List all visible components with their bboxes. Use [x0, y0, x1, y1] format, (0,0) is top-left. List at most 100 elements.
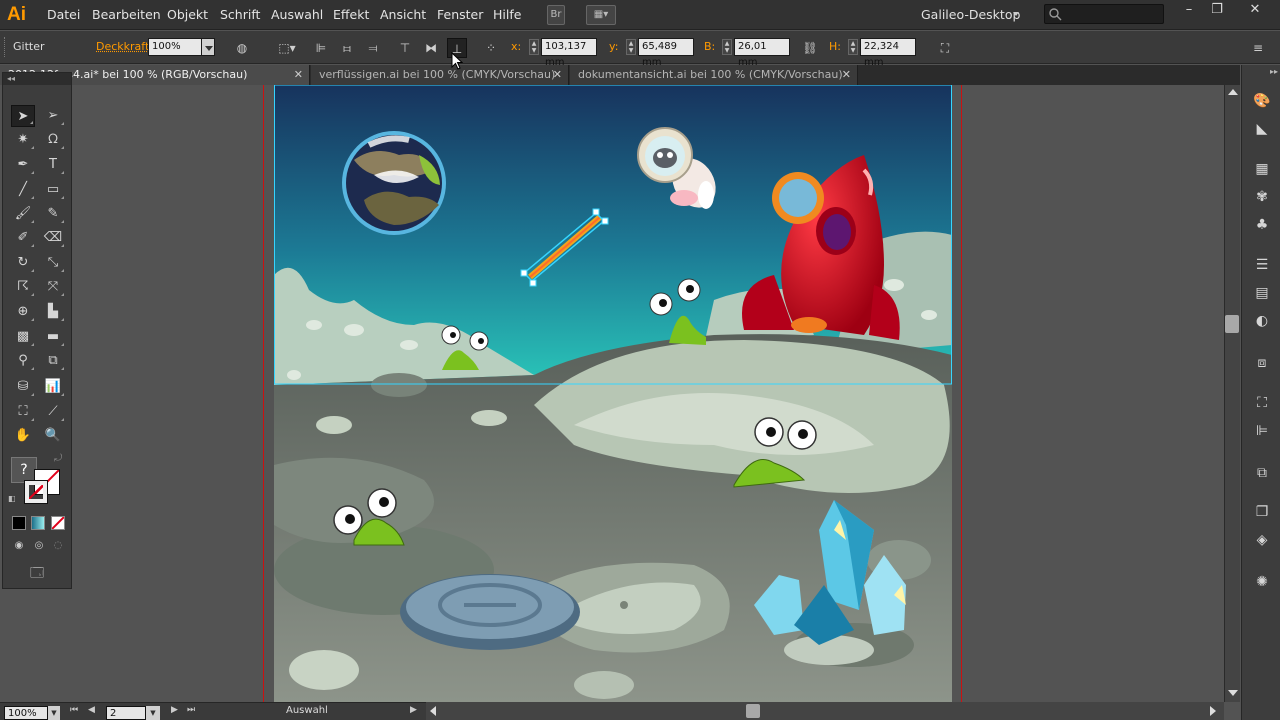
- brushes-button[interactable]: ✾: [1251, 187, 1273, 207]
- artboard-number-input[interactable]: 2: [106, 706, 146, 720]
- y-label[interactable]: y:: [609, 40, 618, 53]
- menu-hilfe[interactable]: Hilfe: [493, 0, 521, 30]
- align-vcenter-button[interactable]: ⧓: [421, 38, 441, 58]
- layers-button[interactable]: ◈: [1251, 530, 1273, 550]
- mesh-tool[interactable]: ▩: [11, 326, 35, 348]
- swap-colors-icon[interactable]: ⤾: [54, 453, 66, 465]
- type-tool[interactable]: T: [41, 154, 65, 176]
- close-icon[interactable]: ✕: [294, 65, 303, 85]
- restore-button[interactable]: ❐: [1200, 0, 1234, 22]
- constrain-proportions-button[interactable]: ⛓: [800, 38, 820, 58]
- bridge-button[interactable]: Br: [547, 5, 565, 25]
- blend-tool[interactable]: ⧉: [41, 350, 65, 372]
- direct-selection-tool[interactable]: ➢: [41, 105, 65, 127]
- default-colors-icon[interactable]: ◧: [8, 494, 18, 504]
- align-left-button[interactable]: ⊫: [311, 38, 331, 58]
- draw-normal-button[interactable]: ◉: [12, 540, 26, 554]
- reference-point-button[interactable]: ⁘: [481, 38, 501, 58]
- perspective-grid-tool[interactable]: ▙: [41, 301, 65, 323]
- scale-tool[interactable]: ⤡: [41, 252, 65, 274]
- transform-panel-button[interactable]: ⛶: [1251, 393, 1273, 413]
- color-guide-button[interactable]: ◣: [1251, 119, 1273, 139]
- screen-mode-button[interactable]: 🗔: [25, 564, 49, 582]
- expand-panels-icon[interactable]: ▸▸: [1270, 67, 1278, 76]
- eyedropper-tool[interactable]: ⚲: [11, 350, 35, 372]
- none-button[interactable]: [51, 516, 65, 530]
- height-input[interactable]: 22,324 mm: [860, 38, 916, 68]
- draw-behind-button[interactable]: ◎: [32, 540, 46, 554]
- tools-panel-header[interactable]: ◂◂: [3, 73, 71, 85]
- last-artboard-button[interactable]: ⏭: [187, 705, 195, 715]
- status-tool-text[interactable]: Auswahl: [286, 705, 328, 716]
- width-stepper[interactable]: ▲ ▼: [722, 39, 732, 55]
- vertical-scroll-thumb[interactable]: [1225, 315, 1239, 333]
- opacity-label[interactable]: Deckkraft:: [96, 40, 153, 53]
- width-input[interactable]: 26,01 mm: [734, 38, 790, 68]
- color-button[interactable]: [12, 516, 26, 530]
- menu-fenster[interactable]: Fenster: [437, 0, 483, 30]
- align-panel-button[interactable]: ⊫: [1251, 421, 1273, 441]
- stroke-button[interactable]: ☰: [1251, 255, 1273, 275]
- slice-tool[interactable]: ⟋: [41, 401, 65, 423]
- x-label[interactable]: x:: [511, 40, 521, 53]
- menu-ansicht[interactable]: Ansicht: [380, 0, 426, 30]
- artboard-tool[interactable]: ⛶: [11, 401, 35, 423]
- scroll-down-icon[interactable]: [1228, 690, 1238, 696]
- control-menu-button[interactable]: ≡: [1248, 38, 1268, 58]
- menu-auswahl[interactable]: Auswahl: [271, 0, 323, 30]
- first-artboard-button[interactable]: ⏮: [70, 705, 78, 715]
- close-icon[interactable]: ✕: [842, 65, 851, 85]
- tab-document-2[interactable]: verflüssigen.ai bei 100 % (CMYK/Vorschau…: [311, 65, 569, 85]
- symbol-sprayer-tool[interactable]: ⛁: [11, 376, 35, 398]
- symbols-button[interactable]: ♣: [1251, 215, 1273, 235]
- warp-tool[interactable]: ☈: [11, 276, 35, 298]
- opacity-input[interactable]: 100%: [148, 38, 202, 56]
- shape-builder-tool[interactable]: ⊕: [11, 301, 35, 323]
- gradient-button[interactable]: [31, 516, 45, 530]
- color-panel-button[interactable]: 🎨: [1251, 91, 1273, 111]
- line-tool[interactable]: ╱: [11, 179, 35, 201]
- stroke-swatch[interactable]: [24, 480, 48, 504]
- arrange-documents-button[interactable]: ▦▾: [586, 5, 616, 25]
- y-stepper[interactable]: ▲ ▼: [626, 39, 636, 55]
- scroll-right-icon[interactable]: [1210, 706, 1216, 716]
- selection-tool[interactable]: ➤: [11, 105, 35, 127]
- rectangle-tool[interactable]: ▭: [41, 179, 65, 201]
- gradient-tool[interactable]: ▬: [41, 326, 65, 348]
- column-graph-tool[interactable]: 📊: [41, 376, 65, 398]
- align-hcenter-button[interactable]: ⧦: [337, 38, 357, 58]
- y-input[interactable]: 65,489 mm: [638, 38, 694, 68]
- blob-brush-tool[interactable]: ✐: [11, 227, 35, 249]
- scroll-left-icon[interactable]: [430, 706, 436, 716]
- pencil-tool[interactable]: ✎: [41, 203, 65, 225]
- x-input[interactable]: 103,137 mm: [541, 38, 597, 68]
- swatches-button[interactable]: ▦: [1251, 159, 1273, 179]
- align-right-button[interactable]: ⫤: [363, 38, 383, 58]
- transform-button[interactable]: ⛶: [935, 38, 955, 58]
- previous-artboard-button[interactable]: ◀: [88, 705, 95, 715]
- height-label[interactable]: H:: [829, 40, 841, 53]
- menu-schrift[interactable]: Schrift: [220, 0, 260, 30]
- magic-wand-tool[interactable]: ✷: [11, 129, 35, 151]
- x-stepper[interactable]: ▲ ▼: [529, 39, 539, 55]
- menu-datei[interactable]: Datei: [47, 0, 80, 30]
- horizontal-scroll-thumb[interactable]: [746, 704, 760, 718]
- appearance-button[interactable]: ⧈: [1251, 353, 1273, 373]
- horizontal-scrollbar[interactable]: [426, 702, 1224, 720]
- menu-bearbeiten[interactable]: Bearbeiten: [92, 0, 161, 30]
- tab-document-3[interactable]: dokumentansicht.ai bei 100 % (CMYK/Vorsc…: [570, 65, 858, 85]
- artboard-dropdown[interactable]: ▼: [146, 706, 160, 720]
- workspace-switcher[interactable]: Galileo-Desktop: [921, 0, 1020, 30]
- artboard-illustration[interactable]: [274, 85, 952, 702]
- close-window-button[interactable]: ✕: [1238, 0, 1272, 22]
- paintbrush-tool[interactable]: 🖌: [11, 203, 35, 225]
- opacity-dropdown[interactable]: [201, 38, 215, 56]
- pathfinder-button[interactable]: ⧉: [1251, 463, 1273, 483]
- vertical-scrollbar[interactable]: [1224, 85, 1240, 702]
- width-label[interactable]: B:: [704, 40, 715, 53]
- artboards-button[interactable]: ❐: [1251, 502, 1273, 522]
- lasso-tool[interactable]: ᘯ: [41, 129, 65, 151]
- scroll-up-icon[interactable]: [1228, 89, 1238, 95]
- pen-tool[interactable]: ✒: [11, 154, 35, 176]
- rotate-tool[interactable]: ↻: [11, 252, 35, 274]
